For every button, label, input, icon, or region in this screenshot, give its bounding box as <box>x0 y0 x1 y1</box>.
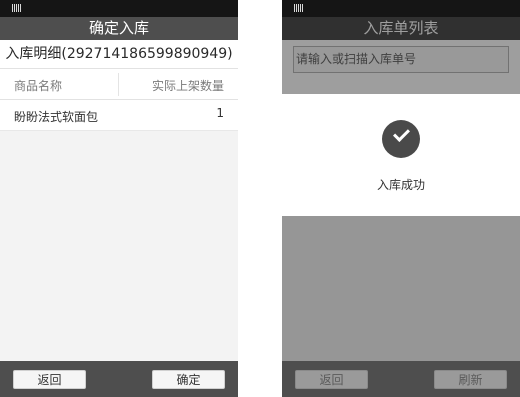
column-header-actual-qty: 实际上架数量 <box>151 79 224 93</box>
column-header-product-name: 商品名称 <box>14 79 63 93</box>
status-bar <box>0 0 238 17</box>
barcode-icon <box>12 4 21 12</box>
product-name-cell: 盼盼法式软面包 <box>14 110 99 124</box>
column-divider <box>118 73 119 96</box>
back-button[interactable]: 返回 <box>13 370 86 389</box>
confirm-button[interactable]: 确定 <box>152 370 225 389</box>
inbound-detail-title: 入库明细(292714186599890949) <box>0 40 238 69</box>
quantity-cell[interactable]: 1 <box>216 106 224 120</box>
table-header: 商品名称 实际上架数量 <box>0 69 238 100</box>
back-button[interactable]: 返回 <box>295 370 368 389</box>
barcode-icon <box>294 4 303 12</box>
page-title: 确定入库 <box>0 17 238 40</box>
table-row[interactable]: 盼盼法式软面包 1 <box>0 100 238 131</box>
inbound-list-screen: 入库单列表 请输入或扫描入库单号 返回 刷新 入库成功 <box>282 0 520 397</box>
refresh-button[interactable]: 刷新 <box>434 370 507 389</box>
status-bar <box>282 0 520 17</box>
check-icon <box>382 120 420 158</box>
bottom-action-bar: 返回 刷新 <box>282 361 520 397</box>
success-dialog: 入库成功 <box>282 94 520 216</box>
success-message: 入库成功 <box>376 178 425 192</box>
confirm-inbound-screen: 确定入库 入库明细(292714186599890949) 商品名称 实际上架数… <box>0 0 238 397</box>
bottom-action-bar: 返回 确定 <box>0 361 238 397</box>
